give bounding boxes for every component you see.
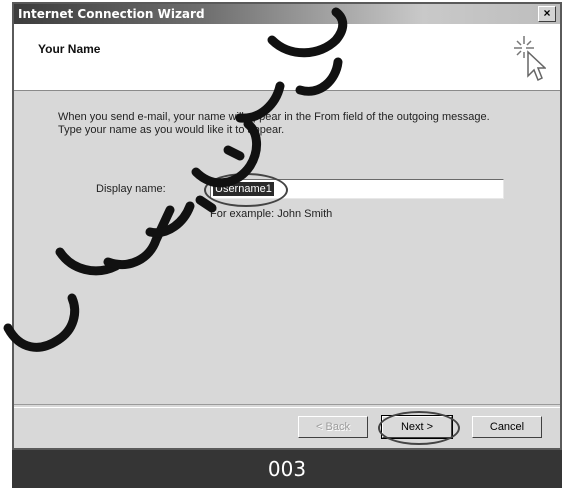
title-bar[interactable]: Internet Connection Wizard × (14, 4, 560, 24)
caption-number: 003 (267, 457, 307, 481)
cancel-button[interactable]: Cancel (472, 416, 542, 438)
display-name-field[interactable]: Username1 (210, 179, 504, 199)
window-title: Internet Connection Wizard (18, 7, 205, 21)
caption-bar: 003 (12, 450, 562, 488)
instructions-text: When you send e-mail, your name will app… (58, 111, 528, 137)
instructions-line-2: Type your name as you would like it to a… (58, 124, 285, 136)
wizard-body: When you send e-mail, your name will app… (14, 91, 560, 448)
page-title: Your Name (38, 42, 101, 56)
button-separator (14, 404, 560, 408)
close-button[interactable]: × (538, 6, 556, 22)
example-hint: For example: John Smith (210, 208, 333, 220)
wizard-header: Your Name (14, 24, 560, 91)
display-name-label: Display name: (96, 183, 166, 195)
screenshot-frame: Internet Connection Wizard × Your Name W… (0, 0, 574, 491)
instructions-line-1: When you send e-mail, your name will app… (58, 111, 490, 123)
display-name-value: Username1 (213, 182, 274, 196)
back-button[interactable]: < Back (298, 416, 368, 438)
wizard-window: Internet Connection Wizard × Your Name W… (12, 2, 562, 450)
next-button[interactable]: Next > (381, 415, 453, 439)
close-icon: × (543, 6, 551, 20)
wizard-cursor-icon (514, 36, 546, 82)
